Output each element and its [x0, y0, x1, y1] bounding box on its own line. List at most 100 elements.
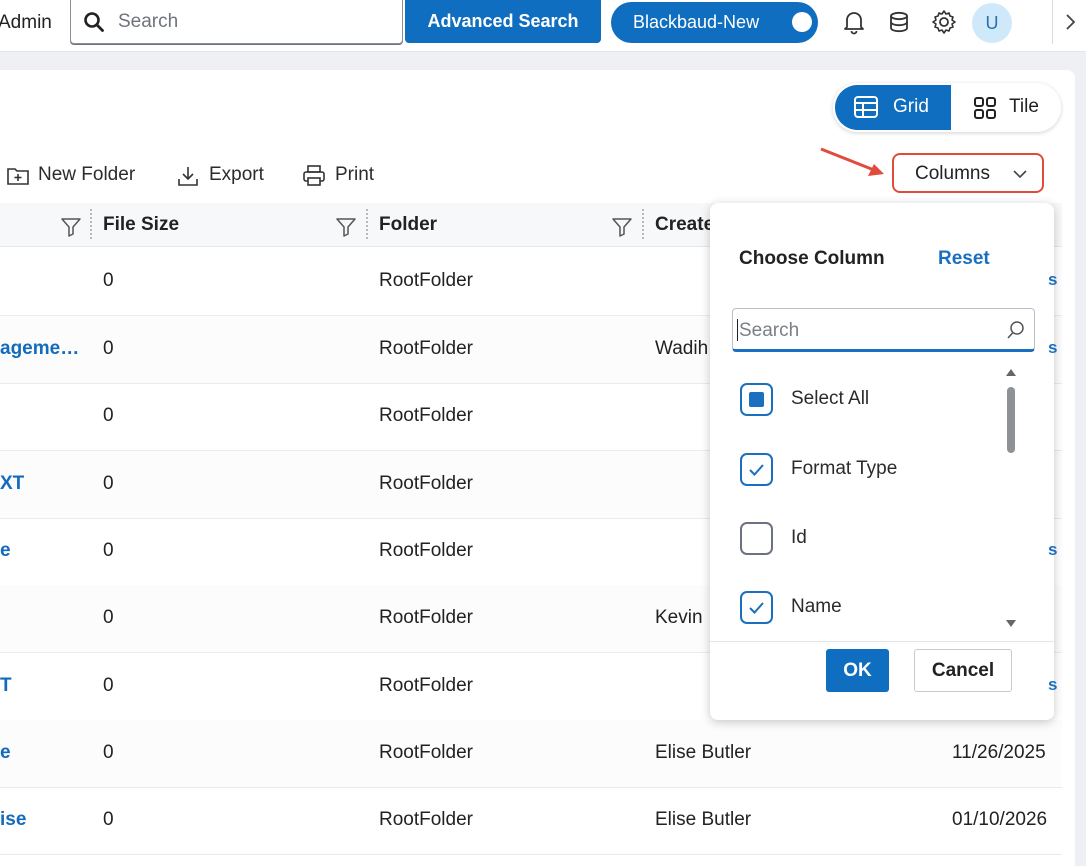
gear-icon[interactable] [930, 8, 958, 36]
reset-link[interactable]: Reset [938, 248, 990, 270]
tenant-toggle[interactable]: Blackbaud-New [611, 2, 818, 43]
cell-created-by: Kevin [655, 607, 703, 628]
checkbox-checked[interactable] [740, 591, 773, 624]
cell-folder: RootFolder [379, 809, 473, 830]
cell-name[interactable]: XT [0, 473, 90, 495]
export-icon [178, 167, 198, 186]
option-label: Select All [791, 388, 870, 409]
column-resizer[interactable] [366, 209, 368, 239]
option-label: Id [791, 527, 807, 548]
cell-folder: RootFolder [379, 607, 473, 628]
new-folder-button[interactable]: New Folder [6, 163, 151, 189]
bell-icon[interactable] [840, 8, 868, 36]
cell-folder: RootFolder [379, 540, 473, 561]
cell-created-by: Wadih [655, 338, 709, 359]
ok-button[interactable]: OK [826, 649, 889, 692]
filter-icon[interactable] [60, 216, 82, 238]
option-id[interactable]: Id [732, 518, 1012, 558]
grid-view-label: Grid [893, 96, 929, 117]
cell-file-size: 0 [103, 742, 114, 763]
checkbox-indeterminate[interactable] [740, 383, 773, 416]
cell-name[interactable]: ise [0, 809, 90, 831]
columns-button[interactable]: Columns [892, 153, 1044, 193]
cell-file-size: 0 [103, 607, 114, 628]
global-search-input[interactable]: Search [70, 0, 403, 44]
option-name[interactable]: Name [732, 587, 1012, 627]
export-button[interactable]: Export [176, 163, 276, 189]
new-folder-label: New Folder [38, 164, 136, 185]
search-icon [1007, 321, 1024, 339]
column-search-input[interactable]: Search [732, 308, 1035, 352]
table-row[interactable]: e 0 RootFolder Elise Butler 11/26/2025 [0, 720, 1062, 788]
folder-plus-icon [7, 168, 29, 185]
cell-name[interactable]: ageme… [0, 338, 90, 360]
option-format-type[interactable]: Format Type [732, 449, 1012, 489]
tile-view-button[interactable]: Tile [951, 85, 1059, 130]
popup-scrollbar[interactable] [1003, 365, 1019, 629]
advanced-search-button[interactable]: Advanced Search [405, 0, 601, 43]
table-row[interactable]: ise 0 RootFolder Elise Butler 01/10/2026 [0, 787, 1062, 855]
cell-file-size: 0 [103, 270, 114, 291]
option-select-all[interactable]: Select All [732, 379, 1012, 419]
cell-name[interactable]: T [0, 675, 90, 697]
popup-divider [710, 641, 1054, 642]
cell-file-size: 0 [103, 405, 114, 426]
toggle-knob [792, 12, 812, 32]
cell-folder: RootFolder [379, 338, 473, 359]
cell-date: 01/10/2026 [952, 809, 1048, 830]
cell-name[interactable]: e [0, 540, 90, 562]
cell-date: 11/26/2025 [952, 742, 1046, 763]
option-label: Format Type [791, 458, 898, 479]
filter-icon[interactable] [335, 216, 357, 238]
column-resizer[interactable] [642, 209, 644, 239]
view-toggle: Grid Tile [833, 83, 1061, 132]
cancel-button[interactable]: Cancel [914, 649, 1012, 692]
grid-view-button[interactable]: Grid [835, 85, 951, 130]
hidden-cell-peek: s [1048, 675, 1058, 694]
cell-created-by: Elise Butler [655, 809, 752, 830]
divider [1052, 0, 1053, 44]
option-label: Name [791, 596, 842, 617]
search-icon [84, 12, 104, 32]
cell-file-size: 0 [103, 338, 114, 359]
print-button[interactable]: Print [302, 163, 384, 189]
chevron-right-icon[interactable] [1062, 13, 1078, 31]
cell-file-size: 0 [103, 473, 114, 494]
hidden-cell-peek: s [1048, 338, 1058, 357]
popup-title: Choose Column [739, 248, 885, 269]
text-caret [737, 319, 738, 341]
columns-label: Columns [915, 163, 990, 184]
admin-label[interactable]: Admin [0, 12, 52, 34]
checkmark-icon [749, 602, 764, 614]
column-resizer[interactable] [90, 209, 92, 239]
cell-file-size: 0 [103, 675, 114, 696]
database-icon[interactable] [885, 8, 913, 36]
cell-name[interactable]: e [0, 742, 90, 764]
filter-icon[interactable] [611, 216, 633, 238]
header-created-by[interactable]: Create [655, 214, 714, 236]
annotation-arrow [820, 147, 884, 176]
cell-folder: RootFolder [379, 473, 473, 494]
checkbox-checked[interactable] [740, 453, 773, 486]
cell-folder: RootFolder [379, 675, 473, 696]
header-folder[interactable]: Folder [379, 214, 437, 236]
header-file-size[interactable]: File Size [103, 214, 179, 236]
checkbox-unchecked[interactable] [740, 522, 773, 555]
hidden-cell-peek: s [1048, 270, 1058, 289]
cell-folder: RootFolder [379, 270, 473, 291]
hidden-cell-peek: s [1048, 540, 1058, 559]
column-option-list: Select All Format Type Id Name [732, 363, 1032, 633]
cell-file-size: 0 [103, 809, 114, 830]
search-placeholder: Search [118, 11, 179, 32]
printer-icon [303, 165, 325, 186]
cell-folder: RootFolder [379, 405, 473, 426]
chevron-down-icon [1013, 170, 1027, 179]
top-bar: Admin Search Advanced Search Blackbaud-N… [0, 0, 1086, 52]
print-label: Print [335, 164, 375, 185]
tiles-icon [974, 97, 996, 119]
indeterminate-mark-icon [749, 392, 764, 407]
tenant-label: Blackbaud-New [633, 12, 760, 32]
table-icon [854, 96, 878, 118]
tile-view-label: Tile [1009, 96, 1039, 117]
avatar[interactable]: U [972, 3, 1012, 43]
